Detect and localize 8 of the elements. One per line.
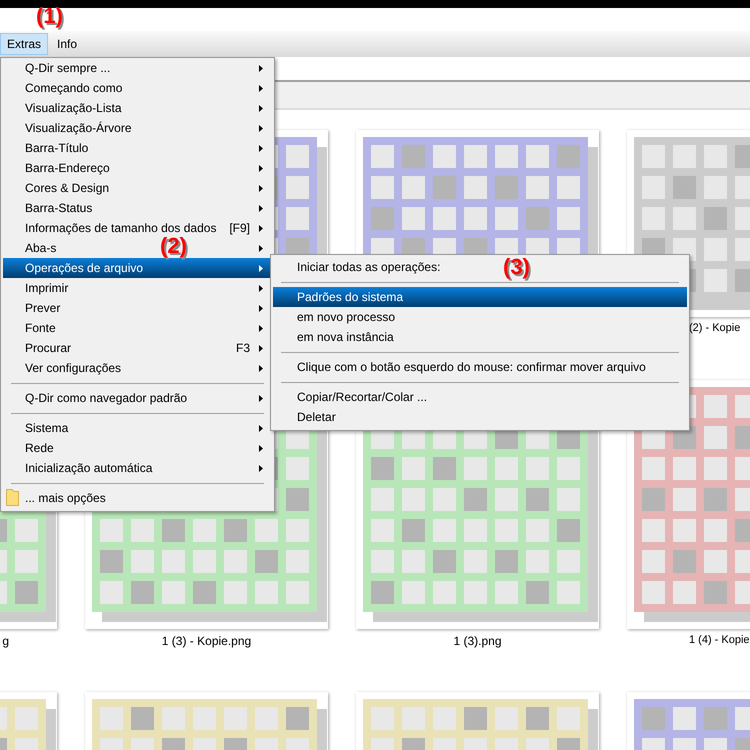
annotation-number: (1): [36, 5, 63, 27]
file-name: (2) - Kopie: [689, 322, 740, 336]
file-name: 1 (3) - Kopie.png: [162, 634, 252, 650]
file-name: 1 (4) - Kopie: [689, 634, 750, 648]
annotation-number: (3): [503, 256, 530, 278]
file-name: g: [2, 634, 9, 650]
file-name: 1 (3).png: [453, 634, 502, 650]
annotation-number: (2): [160, 235, 187, 257]
